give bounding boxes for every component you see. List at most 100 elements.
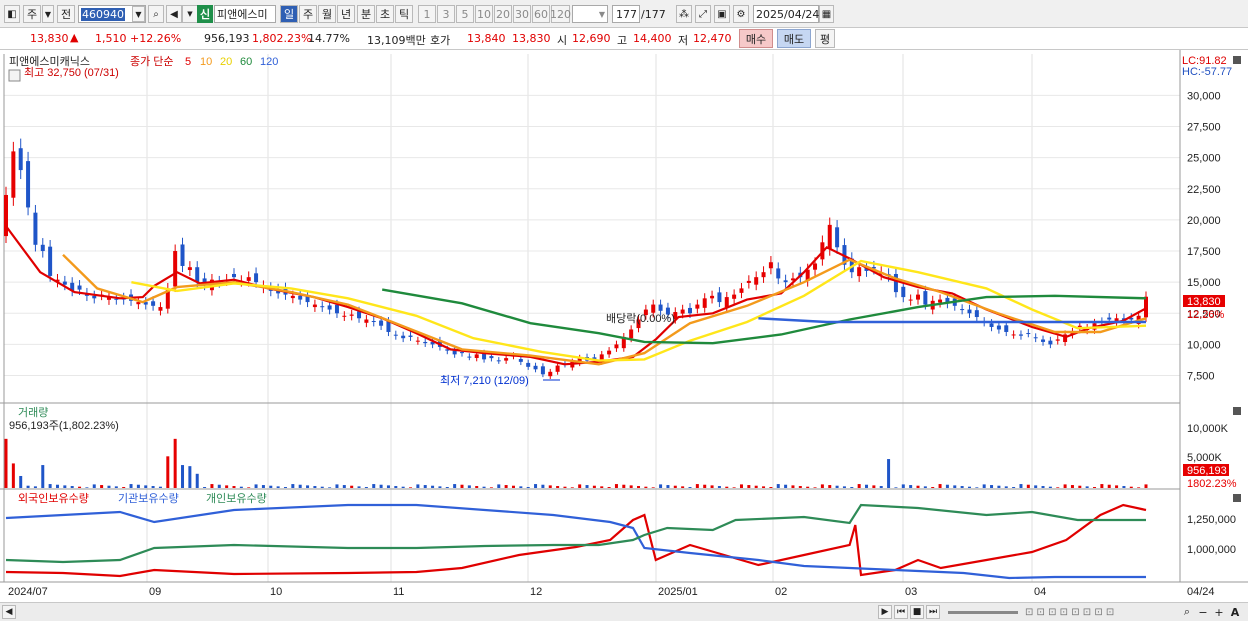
drawing-tools-icons[interactable]: ⊡ ⊡ ⊡ ⊡ ⊡ ⊡ ⊡ ⊡ <box>1025 604 1175 620</box>
candle-body-64 <box>474 354 479 358</box>
item-type-button[interactable]: 주 <box>23 5 41 23</box>
price-tick-6: 22,500 <box>1187 184 1221 196</box>
holding-close-icon[interactable] <box>1233 494 1241 502</box>
period-second-tab[interactable]: 초 <box>376 5 394 23</box>
volume-bar-59 <box>438 486 442 488</box>
scroll-bar[interactable]: ◀ ▶ ⏮ ■ ⏭ ⊡ ⊡ ⊡ ⊡ ⊡ ⊡ ⊡ ⊡ ⌕ − + A <box>0 602 1248 621</box>
auto-scale-icon[interactable]: A <box>1228 604 1242 620</box>
interval-3-button[interactable]: 3 <box>437 5 455 23</box>
volume-bar-49 <box>364 487 368 488</box>
speaker-dropdown-icon[interactable]: ▼ <box>182 5 198 23</box>
high-price: 14,400 <box>633 32 672 45</box>
volume-bar-66 <box>489 487 493 488</box>
scroll-left-icon[interactable]: ◀ <box>2 605 16 619</box>
interval-30-button[interactable]: 30 <box>513 5 531 23</box>
stock-name-field[interactable]: 피앤에스미 <box>214 5 276 23</box>
interval-20-button[interactable]: 20 <box>494 5 512 23</box>
zoom-search-icon[interactable]: ⌕ <box>1180 604 1194 620</box>
zoom-out-icon[interactable]: − <box>1196 604 1210 620</box>
panel-close-icon[interactable] <box>1233 56 1241 64</box>
period-day-tab[interactable]: 일 <box>280 5 298 23</box>
candle-body-2 <box>18 148 23 171</box>
volume-bar-12 <box>92 484 96 488</box>
candle-body-63 <box>467 356 472 358</box>
volume-bar-65 <box>482 486 486 488</box>
count-input[interactable]: 177 <box>612 5 640 23</box>
interval-10-button[interactable]: 10 <box>475 5 493 23</box>
average-button[interactable]: 평 <box>815 29 835 48</box>
period-tick-tab[interactable]: 틱 <box>395 5 413 23</box>
volume-bar-84 <box>622 484 626 488</box>
volume-bar-106 <box>784 484 788 488</box>
volume-bar-27 <box>203 487 207 488</box>
zoom-in-icon[interactable]: + <box>1212 604 1226 620</box>
candle-body-113 <box>835 227 840 248</box>
buy-button[interactable]: 매수 <box>739 29 773 48</box>
interval-5-button[interactable]: 5 <box>456 5 474 23</box>
scroll-right-icon[interactable]: ▶ <box>878 605 892 619</box>
volume-bar-10 <box>78 486 82 488</box>
volume-bar-113 <box>835 485 839 488</box>
volume-bar-119 <box>879 486 883 488</box>
panel-table-icon[interactable] <box>8 69 21 82</box>
search-icon[interactable]: ⌕ <box>148 5 164 23</box>
candle-body-67 <box>496 360 501 362</box>
price-tick-4: 17,500 <box>1187 246 1221 258</box>
candle-body-50 <box>371 321 376 323</box>
candle-body-95 <box>702 298 707 308</box>
period-minute-tab[interactable]: 분 <box>357 5 375 23</box>
volume-bar-88 <box>651 487 655 488</box>
candle-body-40 <box>298 295 303 300</box>
ask-price: 13,840 <box>467 32 506 45</box>
volume-bar-68 <box>504 485 508 488</box>
interval-1-button[interactable]: 1 <box>418 5 436 23</box>
candle-body-135 <box>996 325 1001 330</box>
save-icon[interactable]: ▣ <box>714 5 730 23</box>
volume-bar-7 <box>55 484 59 488</box>
stop-icon[interactable]: ■ <box>910 605 924 619</box>
speaker-icon[interactable]: ◀ <box>166 5 182 23</box>
volume-bar-144 <box>1063 484 1067 488</box>
grid-dots-icon[interactable]: ⁂ <box>676 5 692 23</box>
crosshair-icon[interactable]: ⤢ <box>695 5 711 23</box>
volume-bar-77 <box>570 487 574 488</box>
period-year-tab[interactable]: 년 <box>337 5 355 23</box>
volume-bar-16 <box>122 487 126 488</box>
interval-120-button[interactable]: 120 <box>550 5 571 23</box>
volume-bar-6 <box>48 484 52 488</box>
chart-area[interactable]: 7,50010,00012,50015,00017,50020,00022,50… <box>0 50 1248 602</box>
candle-body-94 <box>695 304 700 309</box>
volume-bar-93 <box>688 487 692 488</box>
price-change-pct: +12.26% <box>130 32 182 45</box>
candle-body-71 <box>526 362 531 367</box>
period-week-tab[interactable]: 주 <box>299 5 317 23</box>
volume-bar-122 <box>901 484 905 488</box>
volume-close-icon[interactable] <box>1233 407 1241 415</box>
volume-bar-112 <box>828 485 832 488</box>
volume-value: 956,193 <box>204 32 250 45</box>
date-input[interactable]: 2025/04/24 <box>753 5 819 23</box>
window-menu-icon[interactable]: ◧ <box>4 5 20 23</box>
code-dropdown-icon[interactable]: ▼ <box>132 6 145 22</box>
rewind-icon[interactable]: ⏮ <box>894 605 908 619</box>
candle-body-73 <box>540 366 545 375</box>
volume-bar-95 <box>703 484 707 488</box>
interval-60-button[interactable]: 60 <box>532 5 550 23</box>
candle-body-53 <box>393 334 398 336</box>
gear-icon[interactable]: ⚙ <box>733 5 749 23</box>
interval-input[interactable]: ▼ <box>572 5 608 23</box>
candle-body-56 <box>415 340 420 342</box>
item-type-dropdown-icon[interactable]: ▼ <box>42 5 54 23</box>
volume-bar-1 <box>11 463 15 488</box>
prev-button[interactable]: 전 <box>57 5 75 23</box>
forward-icon[interactable]: ⏭ <box>926 605 940 619</box>
calendar-icon[interactable]: ▦ <box>819 5 834 23</box>
x-tick-1: 09 <box>149 586 161 598</box>
volume-bar-137 <box>1012 487 1016 488</box>
speed-slider[interactable] <box>948 611 1018 614</box>
sell-button[interactable]: 매도 <box>777 29 811 48</box>
candle-body-88 <box>651 304 656 313</box>
volume-bar-154 <box>1137 487 1141 488</box>
volume-bar-147 <box>1085 486 1089 488</box>
period-month-tab[interactable]: 월 <box>318 5 336 23</box>
